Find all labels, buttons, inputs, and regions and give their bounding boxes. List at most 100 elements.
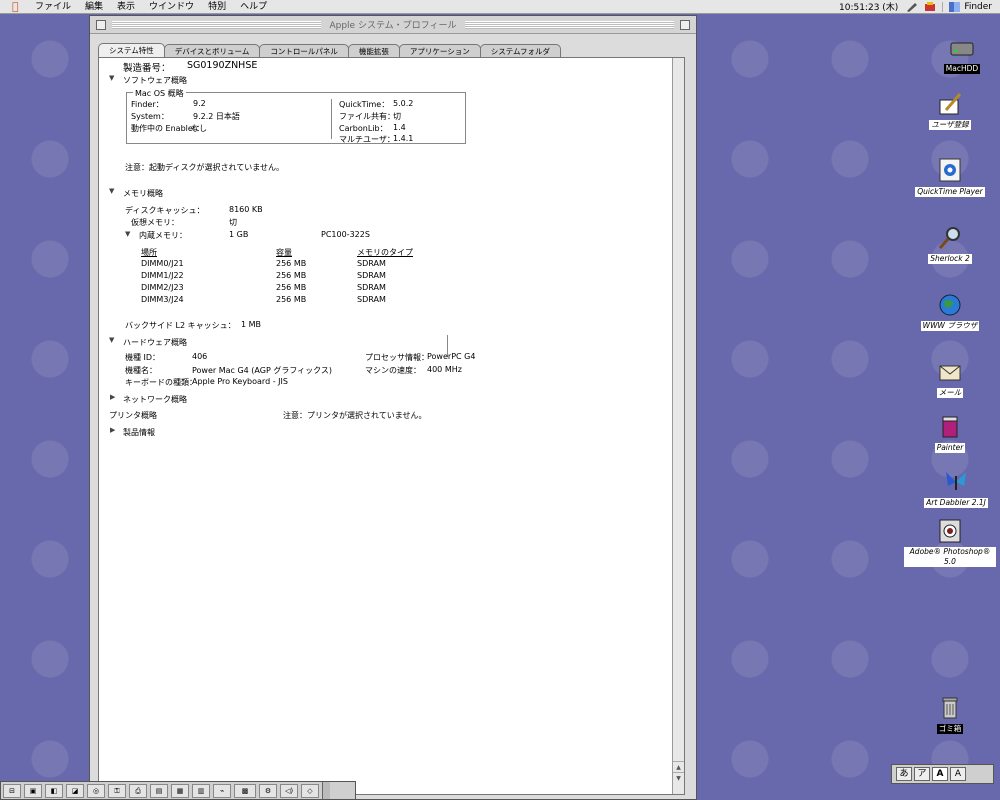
strip-printer-icon[interactable]: ⎙ (129, 783, 147, 798)
software-disclosure-icon[interactable]: ▼ (109, 74, 114, 82)
carbonlib-value: 1.4 (393, 123, 406, 132)
tab-control-panels[interactable]: コントロールパネル (259, 44, 349, 58)
disk-cache-value: 8160 KB (229, 205, 263, 214)
processor-value: PowerPC G4 (427, 352, 476, 361)
register-icon (936, 90, 964, 118)
hardware-disclosure-icon[interactable]: ▼ (109, 336, 114, 344)
scroll-up-arrow[interactable]: ▲ (673, 761, 684, 772)
builtin-memory-disclosure-icon[interactable]: ▼ (125, 230, 130, 238)
quicktime-icon (936, 157, 964, 185)
tab-system-characteristics[interactable]: システム特性 (98, 43, 165, 58)
processor-label: プロセッサ情報： (365, 353, 429, 362)
desktop-icon-label: MacHDD (943, 64, 981, 74)
browser-icon (936, 291, 964, 319)
pencil-icon[interactable] (906, 2, 918, 12)
sherlock-icon (936, 224, 964, 252)
painter-icon (936, 413, 964, 441)
painter-app-icon[interactable]: Painter (904, 413, 996, 453)
menubar-clock[interactable]: 10:51:23 (木) (839, 0, 906, 13)
machine-speed-value: 400 MHz (427, 365, 462, 374)
scroll-down-arrow[interactable]: ▼ (673, 772, 684, 783)
menu-help[interactable]: ヘルプ (233, 0, 274, 14)
tab-devices-volumes[interactable]: デバイスとボリューム (163, 44, 261, 58)
tab-system-folder[interactable]: システムフォルダ (479, 44, 562, 58)
trash-can-icon[interactable]: ゴミ箱 (904, 694, 996, 734)
serial-label: 製造番号： (123, 63, 171, 74)
printer-label: プリンタ概略 (109, 411, 157, 420)
multiuser-label: マルチユーザ： (339, 135, 395, 144)
l2-cache-label: バックサイド L2 キャッシュ： (125, 321, 236, 330)
desktop-icon-label: QuickTime Player (915, 187, 985, 197)
strip-hard-disk-icon[interactable]: ▤ (150, 783, 168, 798)
system-label: System： (131, 112, 169, 121)
art-dabbler-app-icon[interactable]: Art Dabbler 2.1J (910, 468, 1000, 508)
enabler-value: なし (191, 124, 207, 133)
mac-os-group-title: Mac OS 概略 (133, 88, 186, 99)
multiuser-value: 1.4.1 (393, 134, 414, 143)
strip-collapse-tab[interactable] (322, 782, 330, 799)
memory-row-type: SDRAM (357, 271, 386, 280)
www-browser-icon[interactable]: WWW ブラウザ (904, 291, 996, 331)
memory-header-type: メモリのタイプ (357, 248, 413, 257)
window-titlebar[interactable]: Apple システム・プロフィール (90, 16, 696, 34)
memory-row-type: SDRAM (357, 295, 386, 304)
vertical-scrollbar[interactable]: ▲ ▼ (672, 58, 684, 794)
network-disclosure-icon[interactable]: ▶ (110, 393, 115, 401)
ime-hiragana-key[interactable]: あ (896, 767, 912, 781)
application-menu[interactable]: Finder (942, 1, 1000, 12)
strip-sound-icon[interactable]: ◁) (280, 783, 298, 798)
builtin-memory-value: 1 GB (229, 230, 249, 239)
memory-row-location: DIMM2/J23 (141, 283, 184, 292)
zoom-box[interactable] (680, 20, 690, 30)
memory-row-size: 256 MB (276, 295, 307, 304)
startup-disk-note: 注意：起動ディスクが選択されていません。 (125, 163, 284, 172)
art-dabbler-icon (942, 468, 970, 496)
file-sharing-label: ファイル共有： (339, 112, 395, 121)
applescript-icon[interactable] (924, 1, 936, 12)
tab-applications[interactable]: アプリケーション (398, 44, 481, 58)
strip-monitor-icon[interactable]: ▣ (24, 783, 42, 798)
strip-cd-icon[interactable]: ◎ (87, 783, 105, 798)
tab-extensions[interactable]: 機能拡張 (347, 44, 400, 58)
model-id-label: 機種 ID： (125, 353, 161, 362)
product-info-disclosure-icon[interactable]: ▶ (110, 426, 115, 434)
sherlock-app-icon[interactable]: Sherlock 2 (904, 224, 996, 264)
desktop-icon-label: WWW ブラウザ (920, 321, 980, 331)
strip-power-icon[interactable]: ◇ (301, 783, 319, 798)
menu-edit[interactable]: 編集 (78, 0, 110, 14)
menu-file[interactable]: ファイル (28, 0, 78, 14)
strip-file-sharing-icon[interactable]: ⚿ (108, 783, 126, 798)
quicktime-player-icon[interactable]: QuickTime Player (904, 157, 996, 197)
quicktime-label: QuickTime： (339, 100, 390, 109)
ime-alphanumeric-key[interactable]: A (950, 767, 966, 781)
finder-value: 9.2 (193, 99, 206, 108)
ime-katakana-key[interactable]: ア (914, 767, 930, 781)
strip-web-sharing-icon[interactable]: ⚙ (259, 783, 277, 798)
strip-remote-access-icon[interactable]: ⌁ (213, 783, 231, 798)
memory-disclosure-icon[interactable]: ▼ (109, 187, 114, 195)
desktop-icon-label: メール (936, 388, 964, 398)
menu-window[interactable]: ウインドウ (142, 0, 201, 14)
strip-color-depth-icon[interactable]: ◧ (45, 783, 63, 798)
strip-color-icon[interactable]: ▥ (192, 783, 210, 798)
tab-bar: システム特性 デバイスとボリューム コントロールパネル 機能拡張 アプリケーショ… (90, 34, 696, 58)
machdd-icon[interactable]: MacHDD (916, 34, 1000, 74)
apple-menu-icon[interactable]:  (12, 0, 28, 14)
application-menu-label: Finder (964, 1, 992, 12)
virtual-memory-label: 仮想メモリ： (131, 218, 179, 227)
desktop-icon-label: Art Dabbler 2.1J (924, 498, 988, 508)
strip-location-icon[interactable]: ▩ (234, 783, 256, 798)
strip-appleTalk-icon[interactable]: ⊟ (3, 783, 21, 798)
close-box[interactable] (96, 20, 106, 30)
photoshop-app-icon[interactable]: Adobe® Photoshop® 5.0 (904, 517, 996, 567)
menu-special[interactable]: 特別 (201, 0, 233, 14)
builtin-memory-type: PC100-322S (321, 230, 370, 239)
ime-roman-key[interactable]: A (932, 767, 948, 781)
keyboard-value: Apple Pro Keyboard - JIS (192, 377, 288, 386)
mail-app-icon[interactable]: メール (904, 358, 996, 398)
strip-keyboard-icon[interactable]: ▦ (171, 783, 189, 798)
memory-header-location: 場所 (141, 248, 157, 257)
menu-view[interactable]: 表示 (110, 0, 142, 14)
strip-resolution-icon[interactable]: ◪ (66, 783, 84, 798)
user-registration-icon[interactable]: ユーザ登録 (904, 90, 996, 130)
